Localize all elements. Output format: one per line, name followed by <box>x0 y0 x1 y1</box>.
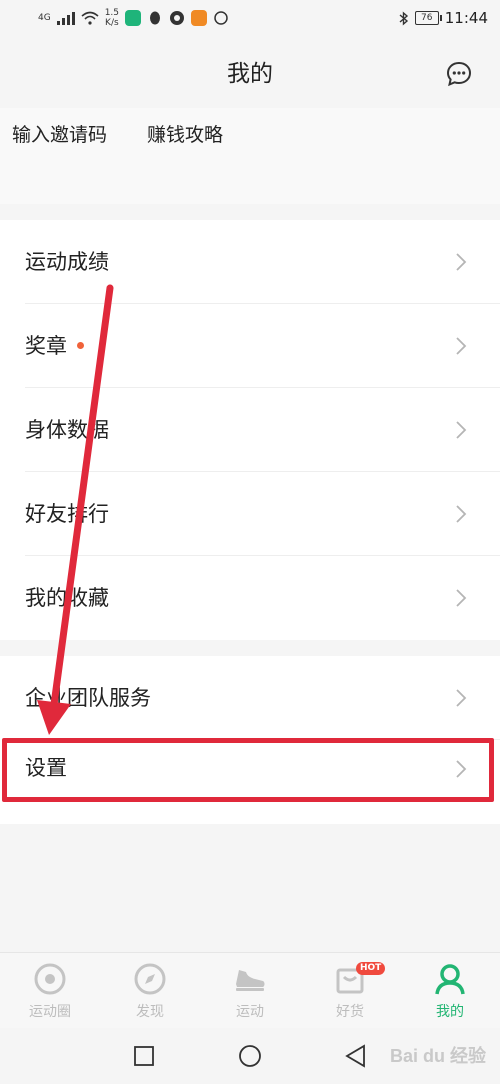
nav-item-mine[interactable]: 我的 <box>400 953 500 1029</box>
speed-value: 1.5 <box>104 8 120 18</box>
signal-icon <box>56 11 75 25</box>
person-icon <box>435 964 465 995</box>
chevron-right-icon <box>456 689 467 707</box>
menu-group-secondary: 企业团队服务 设置 <box>0 656 500 824</box>
baidu-watermark: Bai du 经验 <box>389 1046 486 1066</box>
battery-icon: 76 <box>414 11 442 25</box>
earn-guide-link[interactable]: 赚钱攻略 <box>147 120 223 147</box>
sneaker-icon <box>236 970 265 991</box>
menu-item-label: 身体数据 <box>25 418 109 442</box>
nav-label: 运动 <box>236 1004 264 1020</box>
hot-badge: HOT <box>356 962 386 975</box>
chevron-right-icon <box>456 337 467 355</box>
menu-item-body-data[interactable]: 身体数据 <box>0 388 500 472</box>
chevron-right-icon <box>456 505 467 523</box>
wifi-icon <box>81 11 99 25</box>
nav-label: 运动圈 <box>29 1004 71 1020</box>
video-app-icon <box>191 10 208 26</box>
system-nav-bar: Bai du 经验 <box>0 1028 500 1084</box>
header: 我的 <box>0 38 500 109</box>
nav-label: 发现 <box>136 1004 164 1020</box>
menu-item-favorites[interactable]: 我的收藏 <box>0 556 500 640</box>
menu-item-label: 奖章 <box>25 334 67 358</box>
nav-label: 我的 <box>436 1004 464 1020</box>
clock: 11:44 <box>444 9 488 27</box>
net-speed: 1.5 K/s <box>105 8 119 28</box>
new-dot-badge <box>77 342 84 349</box>
page-title: 我的 <box>227 61 273 87</box>
chevron-right-icon <box>456 760 467 778</box>
compass-icon <box>134 963 166 995</box>
menu-item-label: 我的收藏 <box>25 586 109 610</box>
menu-group-primary: 运动成绩 奖章 身体数据 好友排行 我的收藏 <box>0 220 500 640</box>
bottom-nav: 运动圈 发现 运动 好货 HOT 我的 <box>0 952 500 1029</box>
menu-item-label: 好友排行 <box>25 502 109 526</box>
invite-code-link[interactable]: 输入邀请码 <box>12 120 107 147</box>
invite-section: 输入邀请码 赚钱攻略 <box>0 108 500 204</box>
chevron-right-icon <box>456 421 467 439</box>
chevron-right-icon <box>456 589 467 607</box>
menu-item-enterprise-team[interactable]: 企业团队服务 <box>0 656 500 740</box>
menu-item-sport-records[interactable]: 运动成绩 <box>0 220 500 304</box>
status-bar: 4G 1.5 K/s 76 11:44 <box>0 0 500 38</box>
chevron-right-icon <box>456 253 467 271</box>
status-left: 4G 1.5 K/s <box>38 8 229 28</box>
circle-target-icon <box>34 963 66 995</box>
menu-item-label: 运动成绩 <box>25 250 109 274</box>
loading-circle-icon <box>214 11 228 25</box>
recents-square-icon[interactable] <box>130 1042 158 1070</box>
nav-item-exercise[interactable]: 运动 <box>200 953 300 1029</box>
app-notification-icon <box>125 10 142 26</box>
chat-bubble-icon[interactable] <box>446 61 472 87</box>
network-type: 4G <box>38 12 51 23</box>
menu-item-label: 设置 <box>25 756 67 780</box>
back-triangle-icon[interactable] <box>342 1042 370 1070</box>
home-circle-icon[interactable] <box>236 1042 264 1070</box>
aperture-icon <box>170 11 185 25</box>
speed-unit: K/s <box>105 18 119 28</box>
qq-icon <box>150 11 161 25</box>
nav-label: 好货 <box>336 1004 364 1020</box>
status-right: 76 11:44 <box>399 9 488 27</box>
menu-item-settings[interactable]: 设置 <box>0 740 500 824</box>
nav-item-discover[interactable]: 发现 <box>100 953 200 1029</box>
menu-item-medals[interactable]: 奖章 <box>0 304 500 388</box>
nav-item-goods[interactable]: 好货 <box>300 953 400 1029</box>
menu-item-friend-ranking[interactable]: 好友排行 <box>0 472 500 556</box>
nav-item-sport-circle[interactable]: 运动圈 <box>0 953 100 1029</box>
bluetooth-icon <box>399 10 408 26</box>
